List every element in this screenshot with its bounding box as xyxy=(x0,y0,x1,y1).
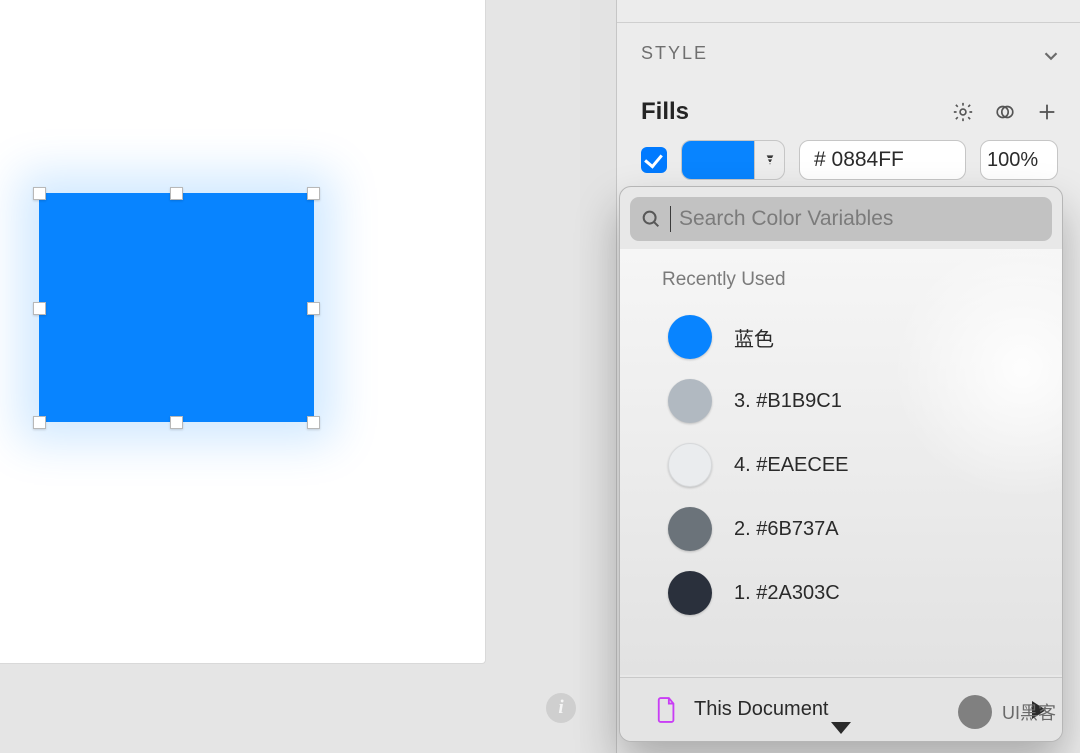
color-variable-dropdown-icon[interactable] xyxy=(754,141,784,179)
fills-section-title: Fills xyxy=(641,98,689,126)
document-icon xyxy=(656,696,678,724)
fill-opacity-input[interactable] xyxy=(980,140,1058,180)
color-swatch-dot xyxy=(668,315,712,359)
color-variables-popover: Recently Used 蓝色 3. #B1B9C1 4. #EAECEE 2… xyxy=(619,186,1063,742)
resize-handle-e[interactable] xyxy=(307,302,320,315)
selected-rectangle[interactable] xyxy=(39,193,314,422)
color-variable-name: 2. #6B737A xyxy=(734,518,839,541)
color-swatch-dot xyxy=(668,507,712,551)
color-variable-name: 3. #B1B9C1 xyxy=(734,390,842,413)
chevron-down-icon[interactable] xyxy=(831,722,851,734)
search-field-wrap[interactable] xyxy=(630,197,1052,241)
watermark: UI黑客 xyxy=(958,695,1056,729)
resize-handle-ne[interactable] xyxy=(307,187,320,200)
gear-icon[interactable] xyxy=(952,101,974,123)
blend-icon[interactable] xyxy=(994,101,1016,123)
fill-enabled-checkbox[interactable] xyxy=(641,147,667,173)
color-variable-name: 1. #2A303C xyxy=(734,582,840,605)
color-variable-item[interactable]: 4. #EAECEE xyxy=(650,433,1044,497)
color-variable-name: 4. #EAECEE xyxy=(734,454,849,477)
resize-handle-s[interactable] xyxy=(170,416,183,429)
canvas-area[interactable] xyxy=(0,0,580,753)
popover-body: Recently Used 蓝色 3. #B1B9C1 4. #EAECEE 2… xyxy=(620,249,1062,675)
fill-swatch[interactable] xyxy=(681,140,785,180)
resize-handle-w[interactable] xyxy=(33,302,46,315)
resize-handle-n[interactable] xyxy=(170,187,183,200)
color-variable-item[interactable]: 3. #B1B9C1 xyxy=(650,369,1044,433)
watermark-text: UI黑客 xyxy=(1002,699,1056,725)
color-variable-item[interactable]: 2. #6B737A xyxy=(650,497,1044,561)
resize-handle-sw[interactable] xyxy=(33,416,46,429)
color-swatch-dot xyxy=(668,443,712,487)
resize-handle-nw[interactable] xyxy=(33,187,46,200)
search-icon xyxy=(640,208,662,230)
fill-row xyxy=(617,140,1080,190)
info-icon[interactable]: i xyxy=(546,693,576,723)
wechat-icon xyxy=(958,695,992,729)
color-swatch-dot xyxy=(668,571,712,615)
add-fill-icon[interactable] xyxy=(1036,101,1058,123)
recently-used-label: Recently Used xyxy=(662,269,1044,291)
fill-hex-input[interactable] xyxy=(799,140,966,180)
color-variable-item[interactable]: 蓝色 xyxy=(650,305,1044,369)
color-variable-item[interactable]: 1. #2A303C xyxy=(650,561,1044,625)
search-input[interactable] xyxy=(679,207,1042,231)
resize-handle-se[interactable] xyxy=(307,416,320,429)
text-caret xyxy=(670,206,671,232)
color-variable-name: 蓝色 xyxy=(734,323,774,352)
color-swatch-dot xyxy=(668,379,712,423)
style-section-title: STYLE xyxy=(641,43,708,64)
chevron-down-icon[interactable] xyxy=(1040,45,1058,63)
fill-swatch-color[interactable] xyxy=(682,141,754,179)
